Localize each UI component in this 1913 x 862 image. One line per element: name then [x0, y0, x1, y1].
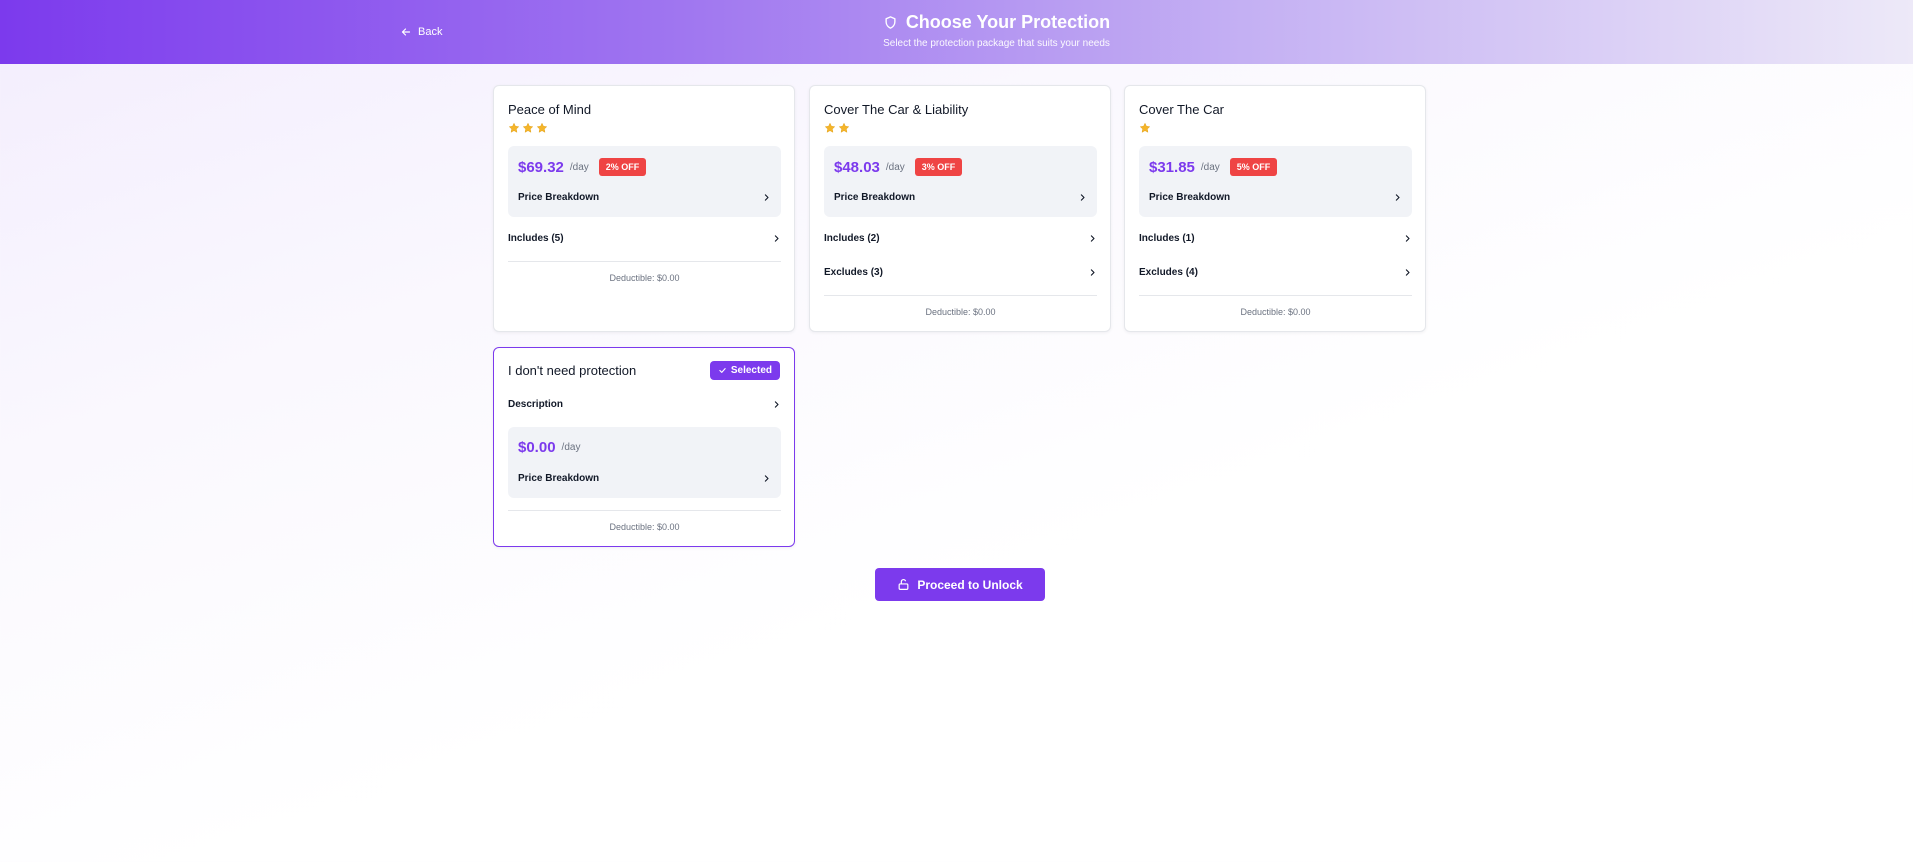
- chevron-right-icon: [764, 475, 769, 482]
- deductible-text: Deductible: $0.00: [1240, 307, 1311, 317]
- divider: [508, 261, 781, 262]
- package-card-cover-car[interactable]: Cover The Car $31.85 /day 5% OFF Price B…: [1124, 85, 1426, 332]
- page-subtitle: Select the protection package that suits…: [883, 38, 1110, 49]
- price-box: $0.00 /day Price Breakdown: [508, 427, 781, 498]
- price-breakdown-label: Price Breakdown: [518, 473, 600, 484]
- includes-label: Includes (1): [1139, 233, 1195, 244]
- selected-badge: Selected: [709, 361, 780, 380]
- price-breakdown-label: Price Breakdown: [834, 192, 916, 203]
- discount-badge: 2% OFF: [598, 158, 647, 176]
- package-name: Cover The Car & Liability: [824, 102, 969, 117]
- star-rating: [508, 122, 548, 134]
- excludes-label: Excludes (4): [1139, 267, 1198, 278]
- price-box: $48.03 /day 3% OFF Price Breakdown: [824, 146, 1097, 217]
- star-icon: [523, 123, 533, 133]
- chevron-right-icon: [1395, 194, 1400, 201]
- includes-label: Includes (2): [824, 233, 880, 244]
- page-title: Choose Your Protection: [905, 12, 1111, 32]
- chevron-right-icon: [1405, 235, 1410, 242]
- star-icon: [839, 123, 849, 133]
- chevron-right-icon: [774, 401, 779, 408]
- discount-badge: 5% OFF: [1229, 158, 1278, 176]
- price-breakdown-toggle[interactable]: Price Breakdown: [834, 192, 1087, 203]
- star-icon: [825, 123, 835, 133]
- price-breakdown-toggle[interactable]: Price Breakdown: [1149, 192, 1402, 203]
- price-unit: /day: [885, 161, 905, 173]
- chevron-right-icon: [1090, 269, 1095, 276]
- star-icon: [1140, 123, 1150, 133]
- price-value: $69.32: [518, 158, 564, 176]
- chevron-right-icon: [764, 194, 769, 201]
- excludes-label: Excludes (3): [824, 267, 883, 278]
- price-value: $48.03: [834, 158, 880, 176]
- divider: [824, 295, 1097, 296]
- shield-icon: [885, 16, 896, 29]
- includes-toggle[interactable]: Includes (2): [824, 233, 1097, 244]
- package-card-no-protection[interactable]: I don't need protection Selected Descrip…: [493, 347, 795, 547]
- price-breakdown-label: Price Breakdown: [518, 192, 600, 203]
- price-unit: /day: [569, 161, 589, 173]
- includes-label: Includes (5): [508, 233, 564, 244]
- deductible-text: Deductible: $0.00: [609, 273, 680, 283]
- price-box: $31.85 /day 5% OFF Price Breakdown: [1139, 146, 1412, 217]
- star-icon: [537, 123, 547, 133]
- description-toggle[interactable]: Description: [508, 399, 781, 410]
- chevron-right-icon: [1405, 269, 1410, 276]
- star-rating: [824, 122, 850, 134]
- price-breakdown-toggle[interactable]: Price Breakdown: [518, 473, 771, 484]
- selected-label: Selected: [730, 365, 772, 376]
- chevron-right-icon: [1090, 235, 1095, 242]
- price-unit: /day: [561, 442, 581, 453]
- package-name: Peace of Mind: [508, 102, 592, 117]
- package-card-peace-of-mind[interactable]: Peace of Mind $69.32 /day 2% OFF Price B…: [493, 85, 795, 332]
- chevron-right-icon: [774, 235, 779, 242]
- unlock-icon: [898, 579, 909, 590]
- discount-badge: 3% OFF: [914, 158, 963, 176]
- star-icon: [509, 123, 519, 133]
- deductible-text: Deductible: $0.00: [925, 307, 996, 317]
- divider: [508, 510, 781, 511]
- price-breakdown-label: Price Breakdown: [1149, 192, 1231, 203]
- description-label: Description: [508, 399, 564, 410]
- price-value: $0.00: [518, 439, 556, 456]
- excludes-toggle[interactable]: Excludes (4): [1139, 267, 1412, 278]
- price-value: $31.85: [1149, 158, 1195, 176]
- proceed-label: Proceed to Unlock: [917, 577, 1023, 592]
- star-rating: [1139, 122, 1151, 134]
- header-title-block: Choose Your Protection Select the protec…: [0, 12, 1913, 49]
- check-icon: [719, 368, 726, 373]
- includes-toggle[interactable]: Includes (5): [508, 233, 781, 244]
- price-unit: /day: [1200, 161, 1220, 173]
- price-box: $69.32 /day 2% OFF Price Breakdown: [508, 146, 781, 217]
- page-header: Back Choose Your Protection Select the p…: [0, 0, 1913, 64]
- deductible-text: Deductible: $0.00: [609, 522, 680, 532]
- includes-toggle[interactable]: Includes (1): [1139, 233, 1412, 244]
- package-name: I don't need protection: [508, 363, 637, 378]
- package-name: Cover The Car: [1139, 102, 1225, 117]
- price-breakdown-toggle[interactable]: Price Breakdown: [518, 192, 771, 203]
- excludes-toggle[interactable]: Excludes (3): [824, 267, 1097, 278]
- chevron-right-icon: [1080, 194, 1085, 201]
- package-card-cover-car-liability[interactable]: Cover The Car & Liability $48.03 /day 3%…: [809, 85, 1111, 332]
- divider: [1139, 295, 1412, 296]
- proceed-to-unlock-button[interactable]: Proceed to Unlock: [875, 568, 1045, 601]
